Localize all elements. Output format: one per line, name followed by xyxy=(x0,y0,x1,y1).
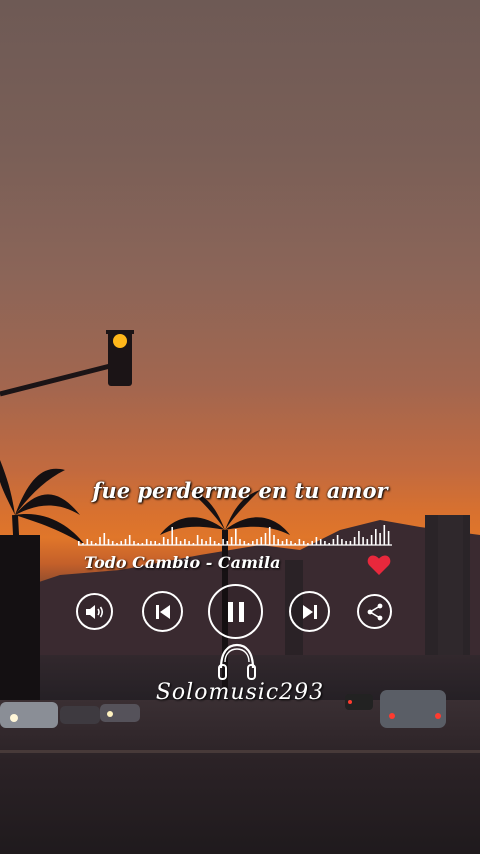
waveform-bar xyxy=(260,537,263,545)
waveform-bar xyxy=(366,539,369,545)
waveform-bar xyxy=(150,541,152,545)
play-pause-button[interactable] xyxy=(208,584,263,639)
waveform-bar xyxy=(252,541,254,545)
waveform-bar xyxy=(209,537,212,545)
volume-icon xyxy=(85,604,103,619)
waveform-bar xyxy=(285,539,288,545)
waveform-bar xyxy=(128,535,131,545)
waveform-bar xyxy=(268,527,271,545)
waveform-bar xyxy=(375,529,377,545)
waveform-bar xyxy=(358,531,360,545)
waveform-bar xyxy=(82,543,84,545)
waveform-bar xyxy=(124,539,127,545)
waveform-bar xyxy=(239,539,241,545)
waveform-bar xyxy=(247,543,250,545)
waveform-bar xyxy=(230,537,233,545)
previous-button[interactable] xyxy=(142,591,183,632)
waveform-bar xyxy=(307,543,309,545)
waveform-bar xyxy=(86,539,89,545)
pause-icon xyxy=(227,601,244,622)
waveform-bar xyxy=(213,541,216,545)
waveform-bar xyxy=(226,541,229,545)
waveform-bar xyxy=(277,539,279,545)
waveform-bar xyxy=(133,541,135,545)
waveform-bar xyxy=(345,541,347,545)
waveform-bar xyxy=(78,541,80,545)
share-icon xyxy=(367,603,382,620)
previous-icon xyxy=(155,604,170,619)
waveform-bar xyxy=(171,527,173,545)
waveform-bar xyxy=(315,537,318,545)
waveform-bar xyxy=(111,541,114,545)
next-icon xyxy=(302,604,317,619)
waveform-bar xyxy=(383,525,386,545)
audio-waveform xyxy=(78,525,392,546)
waveform-bar xyxy=(103,533,106,545)
waveform-bar xyxy=(353,537,356,545)
waveform-bar xyxy=(120,541,122,545)
waveform-bar xyxy=(222,539,224,545)
waveform-bar xyxy=(235,529,237,545)
lyric-line: fue perderme en tu amor xyxy=(92,478,388,503)
waveform-bar xyxy=(281,541,284,545)
waveform-bar xyxy=(116,543,118,545)
waveform-bar xyxy=(205,541,207,545)
waveform-bar xyxy=(107,539,110,545)
waveform-bar xyxy=(154,541,156,545)
waveform-bar xyxy=(95,543,97,545)
waveform-bar xyxy=(264,533,267,545)
heart-icon[interactable] xyxy=(367,554,391,576)
waveform-bar xyxy=(311,541,313,545)
waveform-bar xyxy=(256,539,258,545)
waveform-bar xyxy=(141,543,144,545)
waveform-bar xyxy=(379,533,381,545)
waveform-bar xyxy=(188,541,190,545)
next-button[interactable] xyxy=(289,591,330,632)
waveform-bar xyxy=(145,539,148,545)
waveform-bar xyxy=(294,543,296,545)
waveform-bar xyxy=(179,541,182,545)
waveform-bar xyxy=(196,535,199,545)
waveform-bar xyxy=(328,543,330,545)
waveform-bar xyxy=(336,535,339,545)
waveform-bar xyxy=(158,543,161,545)
waveform-bar xyxy=(332,539,335,545)
waveform-bar xyxy=(162,537,165,545)
watermark-text: Solomusic293 xyxy=(155,680,325,705)
waveform-bar xyxy=(218,543,220,545)
waveform-bar xyxy=(201,539,203,545)
waveform-bar xyxy=(370,535,373,545)
waveform-bar xyxy=(290,541,292,545)
song-title: Todo Cambio - Camila xyxy=(84,553,281,572)
waveform-bar xyxy=(341,539,343,545)
waveform-bar xyxy=(192,543,195,545)
waveform-bar xyxy=(387,531,390,545)
headphones-icon xyxy=(218,643,256,680)
waveform-bar xyxy=(298,539,301,545)
background-scene xyxy=(0,0,480,854)
waveform-bar xyxy=(273,535,275,545)
waveform-bar xyxy=(137,543,139,545)
waveform-bar xyxy=(184,539,186,545)
waveform-bar xyxy=(319,539,322,545)
waveform-bar xyxy=(324,541,326,545)
waveform-bar xyxy=(167,539,169,545)
traffic-light xyxy=(0,330,134,397)
volume-button[interactable] xyxy=(76,593,113,630)
waveform-bar xyxy=(99,537,101,545)
waveform-bar xyxy=(349,541,352,545)
waveform-bar xyxy=(90,541,93,545)
share-button[interactable] xyxy=(357,594,392,629)
waveform-bar xyxy=(302,541,305,545)
waveform-bar xyxy=(362,537,364,545)
waveform-bar xyxy=(175,537,178,545)
waveform-bar xyxy=(243,541,246,545)
